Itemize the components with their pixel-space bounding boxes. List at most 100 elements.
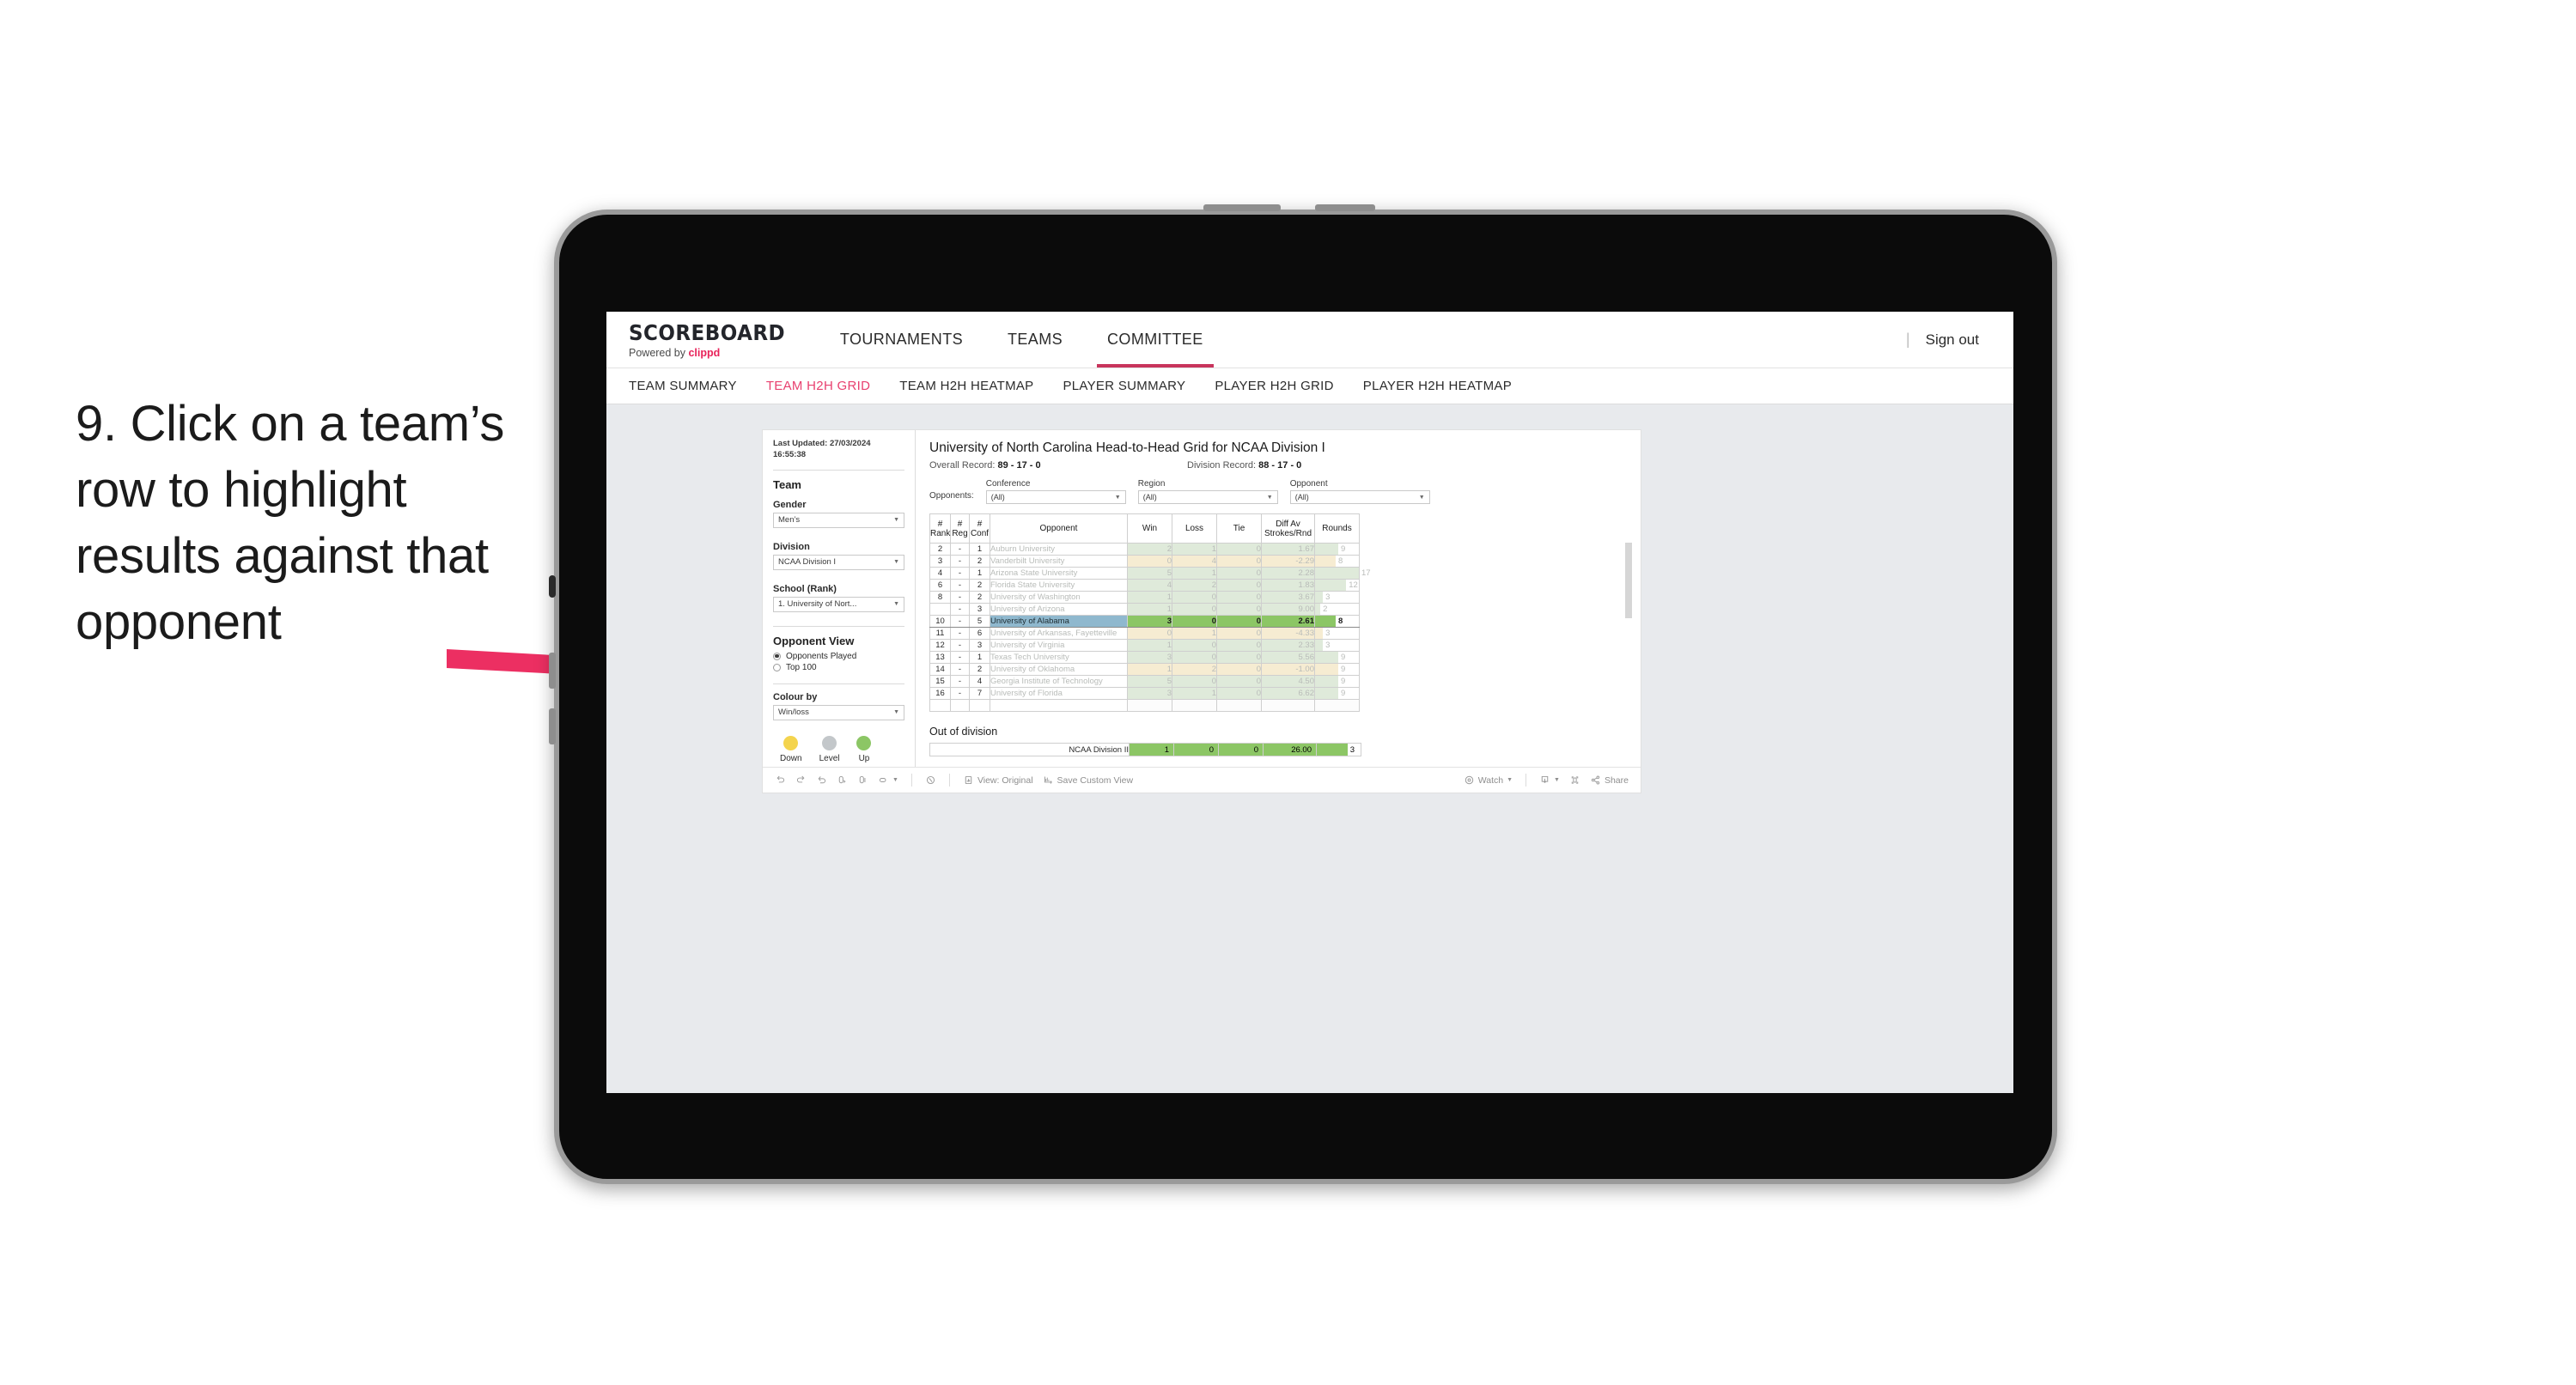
nav-separator: | [1905,331,1910,348]
pause-auto-updates-icon[interactable] [925,775,936,786]
table-row[interactable]: 12-3 University of Virginia 1 0 0 2.33 3 [929,639,1360,652]
table-row[interactable]: 15-4 Georgia Institute of Technology 5 0 0 4.… [929,675,1360,688]
brand-logo[interactable]: SCOREBOARD Powered by clippd [606,312,818,368]
cell-rank: 13 [929,651,951,664]
opponent-select[interactable]: (All) ▼ [1289,490,1430,504]
refresh-icon[interactable] [837,775,848,786]
download-icon[interactable]: ▼ [1539,775,1560,786]
brand-tagline-prefix: Powered by [629,347,689,359]
legend-label-up: Up [858,753,870,763]
table-row[interactable]: 13-1 Texas Tech University 3 0 0 5.56 9 [929,651,1360,664]
h2h-grid-table: # Rank # Reg # Conf Opponent Win Loss Tie D… [929,513,1371,712]
cell-diff: 9.00 [1261,603,1315,616]
nav-item-committee[interactable]: COMMITTEE [1085,312,1226,368]
out-of-division-title: Out of division [929,726,998,738]
cell-tie: 0 [1216,651,1262,664]
cell-conf: 1 [969,567,990,580]
table-row[interactable]: 3-2 Vanderbilt University 0 4 0 -2.29 8 [929,555,1360,568]
school-field: School (Rank) 1. University of Nort... ▼ [773,584,904,612]
chevron-down-icon: ▼ [1418,494,1425,501]
colour-by-select[interactable]: Win/loss ▼ [773,704,904,720]
radio-opponents-played[interactable]: Opponents Played [773,652,904,661]
cell-tie: 0 [1216,687,1262,700]
table-row[interactable]: 14-2 University of Oklahoma 1 2 0 -1.00 9 [929,663,1360,676]
table-row[interactable]: 16-7 University of Florida 3 1 0 6.62 9 [929,687,1360,700]
cell-diff: 5.56 [1261,651,1315,664]
blank-cell [1127,699,1172,712]
radio-icon [773,652,781,660]
cell-loss: 1 [1172,543,1217,556]
tab-player-summary[interactable]: PLAYER SUMMARY [1063,379,1185,393]
ood-rounds-value: 3 [1349,744,1355,755]
rounds-bar [1315,544,1339,555]
device-power-button [1203,204,1281,211]
view-original-button[interactable]: View: Original [963,775,1033,786]
cell-tie: 0 [1216,543,1262,556]
cell-diff: 2.28 [1261,567,1315,580]
watch-button[interactable]: Watch ▼ [1464,775,1513,786]
radio-top-100[interactable]: Top 100 [773,663,904,672]
cell-loss: 2 [1172,663,1217,676]
rounds-value: 8 [1337,556,1343,566]
cell-loss: 4 [1172,555,1217,568]
fullscreen-icon[interactable] [1569,775,1580,786]
cell-rounds: 9 [1314,675,1360,688]
nav-item-teams[interactable]: TEAMS [985,312,1085,368]
conference-select[interactable]: (All) ▼ [985,490,1126,504]
table-row[interactable]: 2-1 Auburn University 2 1 0 1.67 9 [929,543,1360,556]
blank-cell [929,699,951,712]
save-custom-view-button[interactable]: Save Custom View [1043,775,1133,786]
col-loss: Loss [1172,513,1217,544]
col-win: Win [1127,513,1172,544]
table-row[interactable]: 8-2 University of Washington 1 0 0 3.67 3 [929,591,1360,604]
cell-diff: -2.29 [1261,555,1315,568]
cell-rank: 15 [929,675,951,688]
chevron-down-icon: ▼ [1114,494,1121,501]
table-vertical-scrollbar[interactable] [1625,543,1632,618]
cell-diff: 1.83 [1261,579,1315,592]
table-row[interactable]: 6-2 Florida State University 4 2 0 1.83 12 [929,579,1360,592]
share-button[interactable]: Share [1590,775,1629,786]
table-row[interactable]: 11-6 University of Arkansas, Fayetteville… [929,627,1360,640]
cell-opponent: University of Arizona [990,603,1128,616]
cell-win: 0 [1127,555,1172,568]
panel-divider-1 [773,469,904,471]
division-select[interactable]: NCAA Division I ▼ [773,554,904,570]
revert-icon[interactable] [816,775,827,786]
cell-loss: 0 [1172,591,1217,604]
tab-player-h2h-heatmap[interactable]: PLAYER H2H HEATMAP [1363,379,1512,393]
tab-player-h2h-grid[interactable]: PLAYER H2H GRID [1215,379,1333,393]
gender-select[interactable]: Men’s ▼ [773,512,904,528]
pause-icon[interactable] [857,775,868,786]
filter-panel: Last Updated: 27/03/2024 16:55:38 Team G… [763,430,916,767]
redo-icon[interactable] [795,775,807,786]
cell-reg: - [950,627,970,640]
table-row[interactable]: NCAA Division II 1 0 0 26.00 3 [929,743,1361,756]
nav-item-tournaments[interactable]: TOURNAMENTS [818,312,985,368]
overall-record-value: 89 - 17 - 0 [997,460,1041,471]
fit-icon[interactable]: ▼ [878,775,898,786]
sign-out-link[interactable]: Sign out [1926,331,1979,349]
rounds-bar [1315,676,1339,687]
overall-record-label: Overall Record: [929,460,998,471]
cell-opponent: University of Virginia [990,639,1128,652]
table-row[interactable]: -3 University of Arizona 1 0 0 9.00 2 [929,603,1360,616]
ood-name: NCAA Division II [929,743,1130,756]
tab-team-h2h-heatmap[interactable]: TEAM H2H HEATMAP [899,379,1033,393]
blank-cell [990,699,1128,712]
cell-loss: 1 [1172,687,1217,700]
tab-team-h2h-grid[interactable]: TEAM H2H GRID [766,379,870,393]
cell-reg: - [950,675,970,688]
school-select[interactable]: 1. University of Nort... ▼ [773,596,904,612]
cell-win: 0 [1127,627,1172,640]
radio-opponents-played-label: Opponents Played [786,651,857,661]
region-select[interactable]: (All) ▼ [1137,490,1278,504]
cell-tie: 0 [1216,567,1262,580]
blank-cell [1172,699,1217,712]
legend-dot-up [856,735,872,750]
conference-label: Conference [985,479,1031,489]
undo-icon[interactable] [775,775,786,786]
tab-team-summary[interactable]: TEAM SUMMARY [629,379,737,393]
table-row[interactable]: 10-5 University of Alabama 3 0 0 2.61 8 [929,615,1360,628]
table-row[interactable]: 4-1 Arizona State University 5 1 0 2.28 17 [929,567,1371,580]
